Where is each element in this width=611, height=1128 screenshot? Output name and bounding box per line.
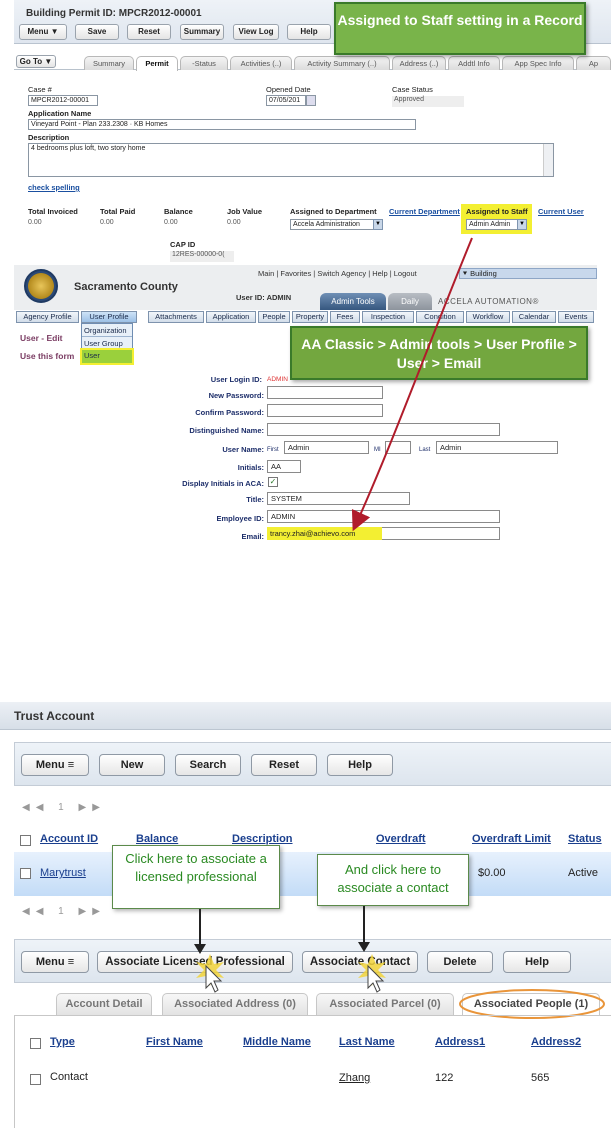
click-burst-icon [358, 954, 386, 993]
click-burst-icon [196, 954, 224, 993]
pointer-arrows [194, 906, 386, 993]
arrow-down-icon [358, 942, 370, 952]
arrow-down-icon [194, 944, 206, 954]
trust-account-panel: Trust Account Menu ≡ New Search Reset He… [0, 702, 611, 1128]
